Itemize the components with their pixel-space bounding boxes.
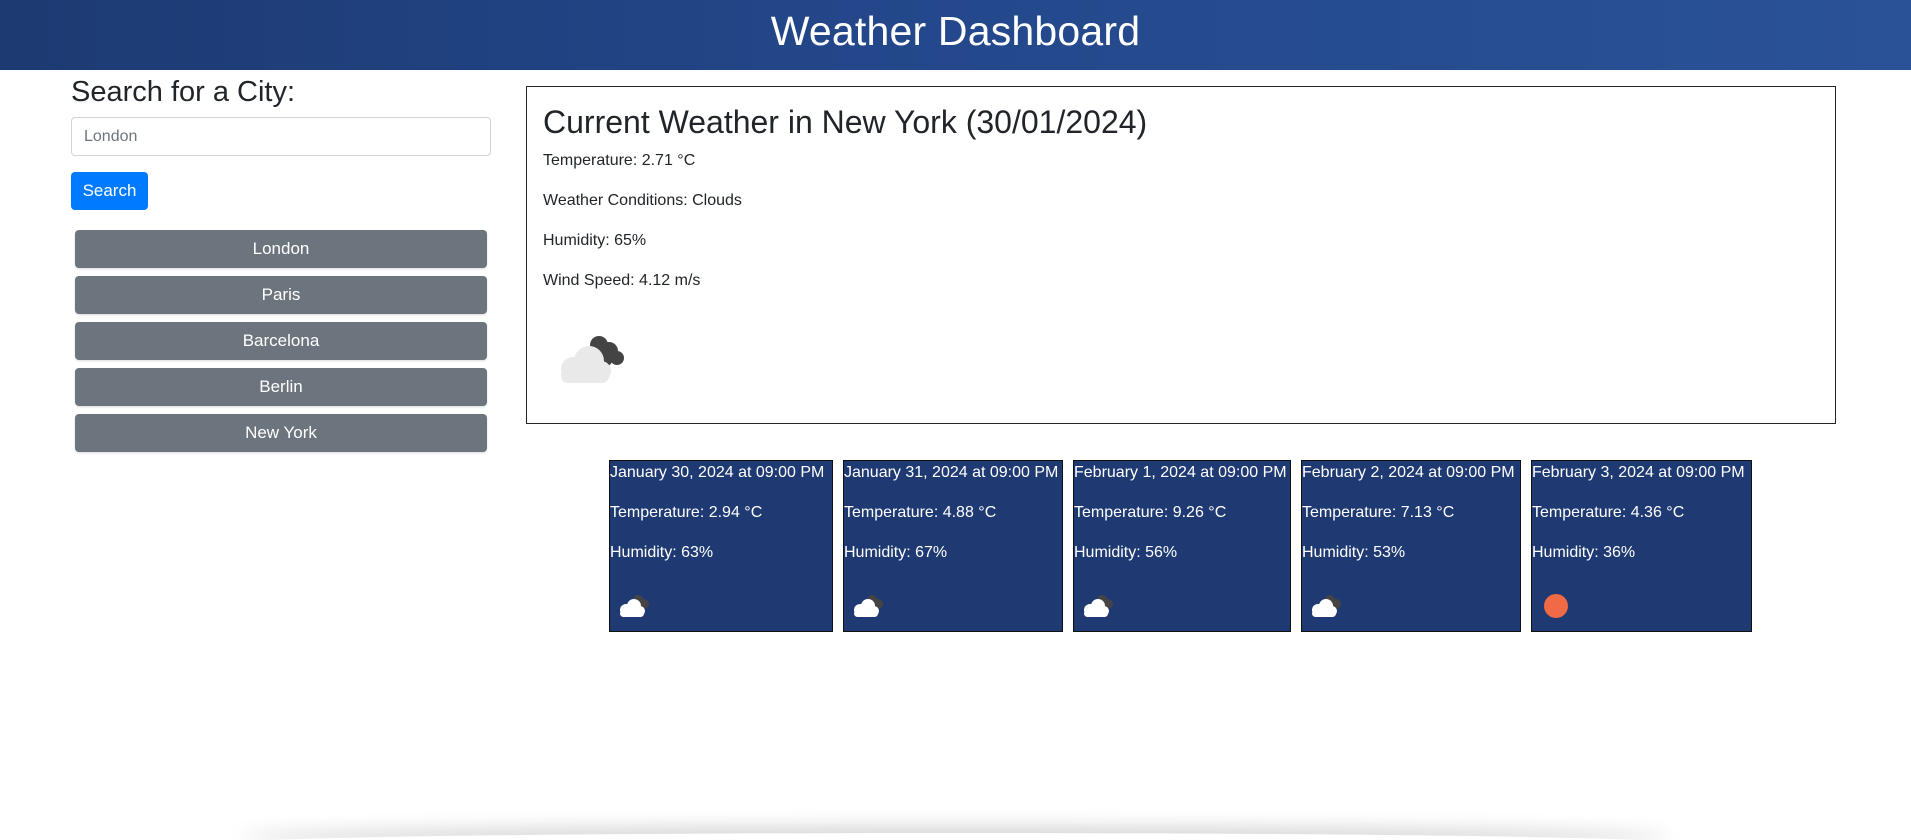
current-conditions: Weather Conditions: Clouds bbox=[543, 192, 742, 209]
footer-shadow bbox=[240, 833, 1670, 840]
forecast-date: February 3, 2024 at 09:00 PM bbox=[1532, 464, 1745, 481]
forecast-temperature: Temperature: 4.36 °C bbox=[1532, 504, 1685, 521]
search-heading: Search for a City: bbox=[71, 76, 296, 108]
forecast-date: January 31, 2024 at 09:00 PM bbox=[844, 464, 1059, 481]
five-day-forecast: January 30, 2024 at 09:00 PM Temperature… bbox=[609, 460, 1752, 632]
search-button[interactable]: Search bbox=[71, 172, 148, 210]
broken-clouds-icon bbox=[620, 595, 649, 617]
broken-clouds-icon bbox=[1084, 595, 1113, 617]
forecast-temperature: Temperature: 4.88 °C bbox=[844, 504, 997, 521]
history-city-button[interactable]: Paris bbox=[75, 276, 487, 314]
search-sidebar: Search for a City: Search London Paris B… bbox=[71, 74, 491, 460]
current-humidity: Humidity: 65% bbox=[543, 232, 647, 249]
forecast-card: February 3, 2024 at 09:00 PM Temperature… bbox=[1531, 460, 1752, 632]
current-wind-speed: Wind Speed: 4.12 m/s bbox=[543, 272, 701, 289]
header-bar: Weather Dashboard bbox=[0, 0, 1911, 70]
page-title: Weather Dashboard bbox=[770, 7, 1141, 54]
forecast-humidity: Humidity: 56% bbox=[1074, 544, 1178, 561]
forecast-date: January 30, 2024 at 09:00 PM bbox=[610, 464, 825, 481]
current-temperature: Temperature: 2.71 °C bbox=[543, 152, 696, 169]
forecast-card: February 1, 2024 at 09:00 PM Temperature… bbox=[1073, 460, 1291, 632]
forecast-humidity: Humidity: 53% bbox=[1302, 544, 1406, 561]
forecast-temperature: Temperature: 2.94 °C bbox=[610, 504, 763, 521]
forecast-temperature: Temperature: 7.13 °C bbox=[1302, 504, 1455, 521]
forecast-card: January 31, 2024 at 09:00 PM Temperature… bbox=[843, 460, 1063, 632]
forecast-date: February 2, 2024 at 09:00 PM bbox=[1302, 464, 1515, 481]
forecast-card: February 2, 2024 at 09:00 PM Temperature… bbox=[1301, 460, 1521, 632]
forecast-humidity: Humidity: 63% bbox=[610, 544, 714, 561]
history-city-button[interactable]: New York bbox=[75, 414, 487, 452]
forecast-date: February 1, 2024 at 09:00 PM bbox=[1074, 464, 1287, 481]
broken-clouds-icon bbox=[854, 595, 883, 617]
broken-clouds-icon bbox=[1312, 595, 1341, 617]
forecast-temperature: Temperature: 9.26 °C bbox=[1074, 504, 1227, 521]
history-city-button[interactable]: Barcelona bbox=[75, 322, 487, 360]
history-city-button[interactable]: London bbox=[75, 230, 487, 268]
broken-clouds-icon bbox=[561, 336, 624, 383]
current-weather-panel: Current Weather in New York (30/01/2024)… bbox=[526, 86, 1836, 424]
current-weather-heading: Current Weather in New York (30/01/2024) bbox=[543, 104, 1148, 140]
forecast-humidity: Humidity: 67% bbox=[844, 544, 948, 561]
search-history-list: London Paris Barcelona Berlin New York bbox=[75, 230, 491, 452]
history-city-button[interactable]: Berlin bbox=[75, 368, 487, 406]
clear-sky-sun-icon bbox=[1544, 594, 1568, 618]
forecast-humidity: Humidity: 36% bbox=[1532, 544, 1636, 561]
forecast-card: January 30, 2024 at 09:00 PM Temperature… bbox=[609, 460, 833, 632]
city-search-input[interactable] bbox=[71, 117, 491, 156]
